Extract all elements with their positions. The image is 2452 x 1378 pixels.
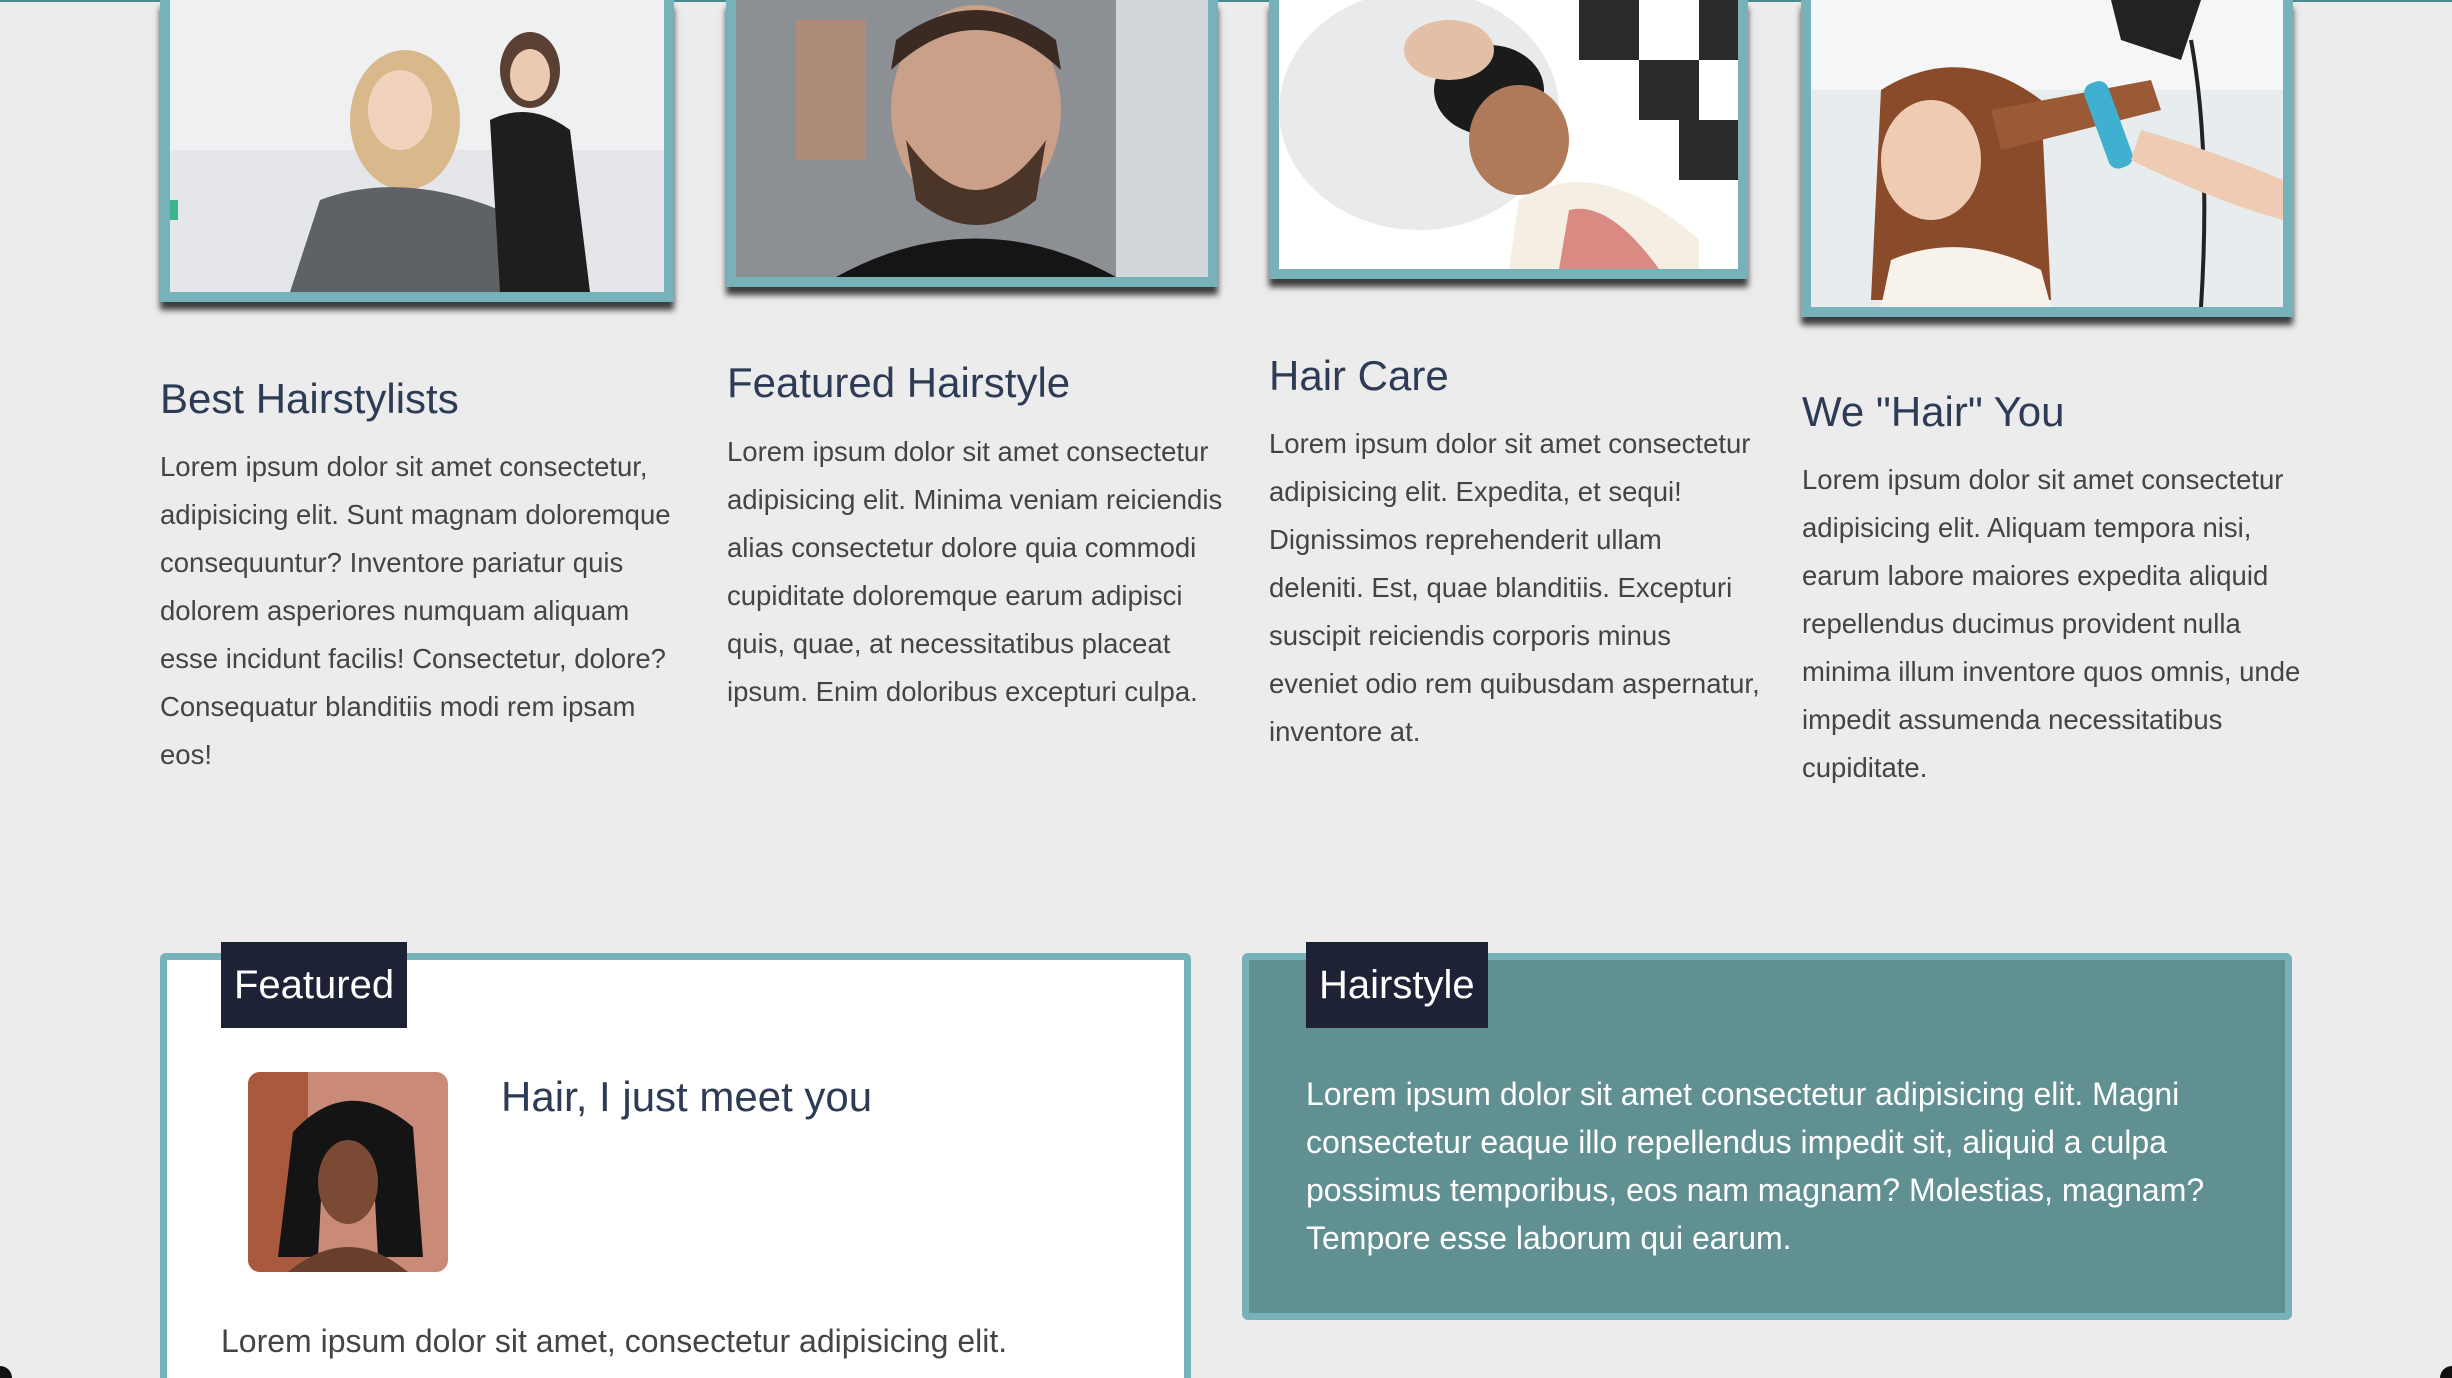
blow-dry-photo bbox=[1801, 0, 2293, 317]
window-corner-left bbox=[0, 1366, 12, 1378]
service-title: We "Hair" You bbox=[1802, 388, 2065, 435]
hairstyle-text: Lorem ipsum dolor sit amet consectetur a… bbox=[1306, 1076, 2205, 1256]
bob-haircut-portrait bbox=[248, 1072, 448, 1272]
featured-heading: Hair, I just meet you bbox=[501, 1073, 873, 1120]
featured-text: Lorem ipsum dolor sit amet, consectetur … bbox=[221, 1323, 1008, 1359]
featured-tag: Featured bbox=[221, 942, 408, 1028]
service-title: Best Hairstylists bbox=[160, 375, 459, 422]
service-description: Lorem ipsum dolor sit amet consectetur a… bbox=[1802, 464, 2301, 783]
hairstyle-box: Hairstyle Lorem ipsum dolor sit amet con… bbox=[1242, 942, 2292, 1320]
hairstyle-tag: Hairstyle bbox=[1306, 942, 1488, 1028]
featured-box: Featured Hair, I just meet you Lorem ips… bbox=[160, 942, 1191, 1378]
service-title: Hair Care bbox=[1269, 352, 1449, 399]
salon-stylist-photo bbox=[160, 0, 674, 302]
service-description: Lorem ipsum dolor sit amet consectetur a… bbox=[727, 436, 1223, 707]
service-title: Featured Hairstyle bbox=[727, 359, 1071, 406]
hair-wash-photo bbox=[1269, 0, 1748, 279]
window-corner-right bbox=[2440, 1366, 2452, 1378]
service-description: Lorem ipsum dolor sit amet consectetur, … bbox=[160, 451, 671, 770]
service-description: Lorem ipsum dolor sit amet consectetur a… bbox=[1269, 428, 1760, 747]
barber-beard-photo bbox=[726, 0, 1218, 287]
